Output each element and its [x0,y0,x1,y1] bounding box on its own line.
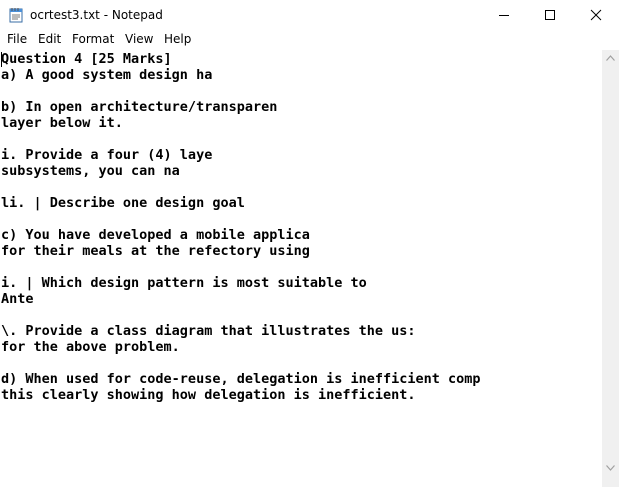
vertical-scrollbar[interactable] [602,50,619,477]
text-line: i. | Which design pattern is most suitab… [1,275,367,291]
scroll-up-button[interactable] [602,50,619,67]
notepad-window: ocrtest3.txt - Notepad File Edit Format … [0,0,619,487]
chevron-up-icon [606,55,615,61]
menu-view[interactable]: View [125,32,153,47]
size-grip[interactable] [602,477,619,487]
text-line: subsystems, you can na [1,163,180,179]
menu-file[interactable]: File [7,32,27,47]
title-bar[interactable]: ocrtest3.txt - Notepad [0,0,619,30]
minimize-button[interactable] [481,0,527,30]
text-line: d) When used for code-reuse, delegation … [1,371,481,387]
text-line: for their meals at the refectory using [1,243,310,259]
editor-bottom-edge [0,477,602,487]
menu-edit[interactable]: Edit [38,32,61,47]
text-line: a) A good system design ha [1,67,213,83]
text-line: c) You have developed a mobile applica [1,227,310,243]
text-line: Question 4 [25 Marks] [1,51,172,67]
text-line: i. Provide a four (4) laye [1,147,213,163]
minimize-icon [499,15,509,16]
maximize-icon [545,10,555,20]
close-button[interactable] [573,0,619,30]
text-line: li. | Describe one design goal [1,195,245,211]
menu-help[interactable]: Help [164,32,191,47]
chevron-down-icon [606,465,615,471]
scroll-down-button[interactable] [602,460,619,477]
close-icon [590,9,602,21]
text-line: this clearly showing how delegation is i… [1,387,416,403]
text-editor[interactable]: Question 4 [25 Marks] a) A good system d… [0,50,602,487]
notepad-icon[interactable] [8,7,24,23]
menu-bar: File Edit Format View Help [0,30,619,49]
text-caret [1,52,2,67]
text-line: for the above problem. [1,339,180,355]
text-line: b) In open architecture/transparen [1,99,278,115]
text-line: \. Provide a class diagram that illustra… [1,323,416,339]
maximize-button[interactable] [527,0,573,30]
text-line: Ante [1,291,34,307]
text-line: layer below it. [1,115,123,131]
menu-format[interactable]: Format [72,32,114,47]
window-title: ocrtest3.txt - Notepad [30,8,163,22]
